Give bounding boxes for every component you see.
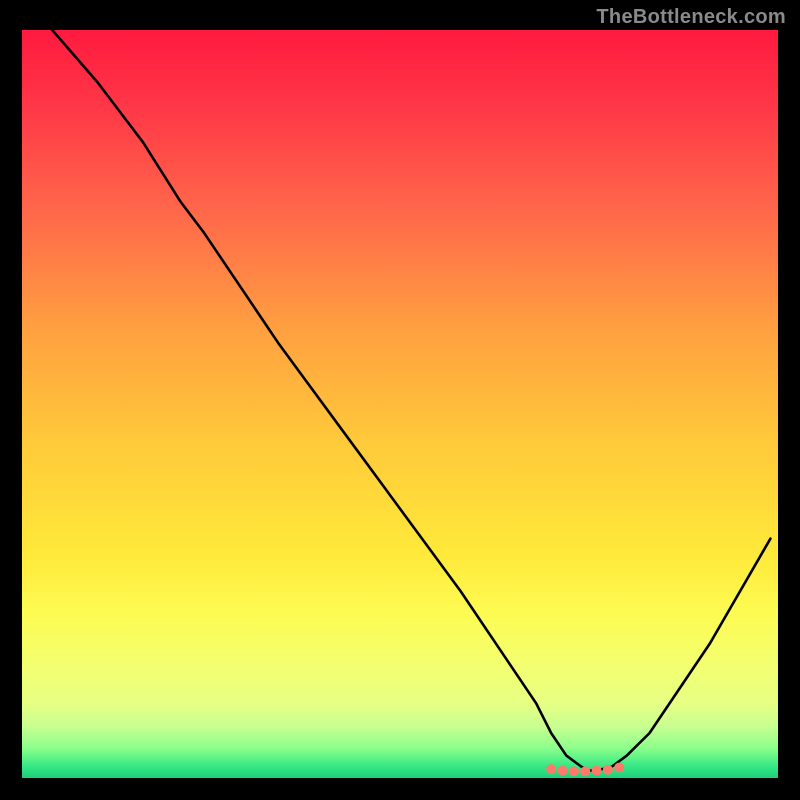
marker-dot (546, 764, 556, 774)
curve-line (52, 30, 770, 771)
watermark-text: TheBottleneck.com (596, 6, 786, 29)
marker-dot (580, 766, 590, 776)
marker-dot (592, 766, 602, 776)
marker-dot (603, 765, 613, 775)
plot-area (22, 30, 778, 778)
marker-dot (569, 766, 579, 776)
chart-frame: TheBottleneck.com (0, 0, 800, 800)
marker-dot (614, 763, 624, 773)
curve-svg (22, 30, 778, 778)
marker-dot (558, 766, 568, 776)
